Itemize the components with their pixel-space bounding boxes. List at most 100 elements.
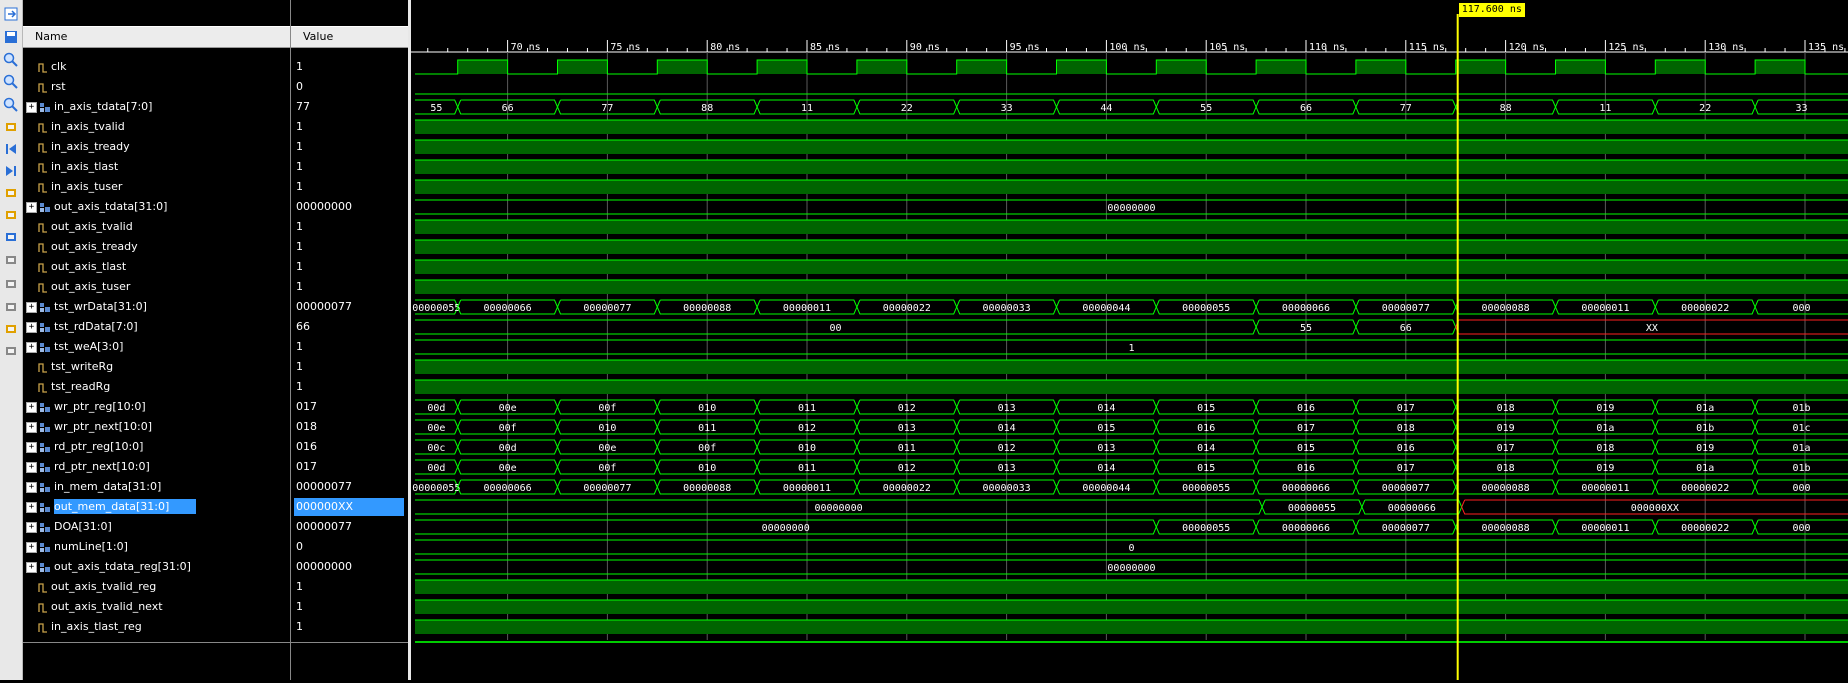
bus-value-label: 33 bbox=[1796, 103, 1808, 114]
expand-icon[interactable]: + bbox=[26, 461, 37, 473]
signal-row-wr_ptr_next100[interactable]: + wr_ptr_next[10:0] bbox=[26, 417, 152, 437]
bus-signal-icon bbox=[40, 403, 50, 412]
signal-row-tst_readrg[interactable]: tst_readRg bbox=[38, 377, 110, 397]
signal-name-label: clk bbox=[51, 60, 67, 73]
signal-row-out_axis_tready[interactable]: out_axis_tready bbox=[38, 237, 138, 257]
signal-value: 77 bbox=[296, 100, 310, 113]
next-marker-icon[interactable] bbox=[3, 276, 19, 292]
signal-row-doa310[interactable]: + DOA[31:0] bbox=[26, 517, 112, 537]
swap-cursors-icon[interactable] bbox=[3, 299, 19, 315]
cursor-time-label[interactable]: 117.600 ns bbox=[1458, 3, 1525, 17]
expand-icon[interactable]: + bbox=[26, 541, 37, 553]
expand-icon[interactable]: + bbox=[26, 201, 37, 213]
clock-high-fill bbox=[757, 60, 807, 74]
signal-row-out_axis_tlast[interactable]: out_axis_tlast bbox=[38, 257, 126, 277]
ruler-tick-label: 95 ns bbox=[1010, 42, 1040, 53]
bus-value-label: 00000055 bbox=[1182, 483, 1230, 494]
floating-ruler-icon[interactable] bbox=[3, 343, 19, 359]
zoom-out-icon[interactable] bbox=[3, 74, 19, 90]
bus-value-label: 00000066 bbox=[1282, 483, 1330, 494]
expand-icon[interactable]: + bbox=[26, 561, 37, 573]
bus-value-label: 00000055 bbox=[1182, 523, 1230, 534]
signal-row-in_axis_tuser[interactable]: in_axis_tuser bbox=[38, 177, 122, 197]
goto-end-icon[interactable] bbox=[3, 163, 19, 179]
expand-icon[interactable]: + bbox=[26, 501, 37, 513]
signal-row-tst_wrdata310[interactable]: + tst_wrData[31:0] bbox=[26, 297, 147, 317]
signal-row-in_mem_data310[interactable]: + in_mem_data[31:0] bbox=[26, 477, 161, 497]
signal-value: 0 bbox=[296, 540, 303, 553]
save-icon[interactable] bbox=[3, 29, 19, 45]
expand-icon[interactable]: + bbox=[26, 481, 37, 493]
signal-row-tst_rddata70[interactable]: + tst_rdData[7:0] bbox=[26, 317, 138, 337]
clock-high-fill bbox=[1156, 60, 1207, 74]
clock-high-fill bbox=[1056, 60, 1107, 74]
bus-value-label: 01b bbox=[1793, 403, 1811, 414]
signal-row-rst[interactable]: rst bbox=[38, 77, 66, 97]
waveform-pane[interactable]: 70 ns 75 ns 80 ns 85 ns 90 ns 95 ns 100 ns 105 … bbox=[411, 0, 1848, 680]
signal-row-in_axis_tlast_reg[interactable]: in_axis_tlast_reg bbox=[38, 617, 142, 637]
add-marker-icon[interactable] bbox=[3, 229, 19, 245]
zoom-fit-icon[interactable] bbox=[3, 97, 19, 113]
signal-row-out_mem_data310[interactable]: + out_mem_data[31:0] bbox=[26, 497, 197, 517]
expand-icon[interactable]: + bbox=[26, 341, 37, 353]
bus-value-label: 010 bbox=[698, 463, 716, 474]
prev-transition-icon[interactable] bbox=[3, 185, 19, 201]
signal-name-label: wr_ptr_reg[10:0] bbox=[54, 400, 146, 413]
signal-row-in_axis_tready[interactable]: in_axis_tready bbox=[38, 137, 130, 157]
next-transition-icon[interactable] bbox=[3, 207, 19, 223]
expand-icon[interactable]: + bbox=[26, 321, 37, 333]
expand-icon[interactable]: + bbox=[26, 301, 37, 313]
signal-row-rd_ptr_reg100[interactable]: + rd_ptr_reg[10:0] bbox=[26, 437, 143, 457]
expand-icon[interactable]: + bbox=[26, 441, 37, 453]
expand-icon[interactable]: + bbox=[26, 421, 37, 433]
name-column-header[interactable]: Name bbox=[23, 26, 290, 48]
goto-cursor-icon[interactable] bbox=[3, 119, 19, 135]
signal-row-tst_writerg[interactable]: tst_writeRg bbox=[38, 357, 113, 377]
signal-row-clk[interactable]: clk bbox=[38, 57, 66, 77]
bus-value-label: 00f bbox=[598, 463, 616, 474]
ruler-tick-label: 85 ns bbox=[810, 42, 840, 53]
signal-name-label: out_axis_tuser bbox=[51, 280, 131, 293]
signal-row-tst_wea30[interactable]: + tst_weA[3:0] bbox=[26, 337, 123, 357]
bus-value-label: 013 bbox=[898, 423, 916, 434]
signal-row-out_axis_tdata_reg310[interactable]: + out_axis_tdata_reg[31:0] bbox=[26, 557, 191, 577]
bus-value-label: 00000022 bbox=[1681, 523, 1729, 534]
signal-row-in_axis_tdata70[interactable]: + in_axis_tdata[7:0] bbox=[26, 97, 152, 117]
signal-row-out_axis_tdata310[interactable]: + out_axis_tdata[31:0] bbox=[26, 197, 167, 217]
expand-icon[interactable]: + bbox=[26, 101, 37, 113]
ruler-tick-label: 105 ns bbox=[1209, 42, 1245, 53]
bus-value-label: 00000000 bbox=[1107, 203, 1155, 214]
bus-value-label: 22 bbox=[1699, 103, 1711, 114]
bus-value-label: 01b bbox=[1793, 463, 1811, 474]
signal-row-out_axis_tuser[interactable]: out_axis_tuser bbox=[38, 277, 130, 297]
exit-icon[interactable] bbox=[3, 6, 19, 22]
logic-signal-icon bbox=[38, 143, 47, 153]
signal-row-numline10[interactable]: + numLine[1:0] bbox=[26, 537, 128, 557]
logic-signal-icon bbox=[38, 283, 47, 293]
waveform-canvas[interactable]: 70 ns 75 ns 80 ns 85 ns 90 ns 95 ns 100 ns 105 … bbox=[411, 0, 1848, 680]
signal-value: 1 bbox=[296, 120, 303, 133]
signal-row-out_axis_tvalid_reg[interactable]: out_axis_tvalid_reg bbox=[38, 577, 156, 597]
signal-row-rd_ptr_next100[interactable]: + rd_ptr_next[10:0] bbox=[26, 457, 150, 477]
signal-row-wr_ptr_reg100[interactable]: + wr_ptr_reg[10:0] bbox=[26, 397, 146, 417]
expand-icon[interactable]: + bbox=[26, 521, 37, 533]
prev-marker-icon[interactable] bbox=[3, 252, 19, 268]
signal-value: 1 bbox=[296, 160, 303, 173]
signal-row-out_axis_tvalid_next[interactable]: out_axis_tvalid_next bbox=[38, 597, 163, 617]
bus-value-label: 66 bbox=[1300, 103, 1312, 114]
expand-icon[interactable]: + bbox=[26, 401, 37, 413]
signal-row-out_axis_tvalid[interactable]: out_axis_tvalid bbox=[38, 217, 133, 237]
logic-high-fill bbox=[415, 600, 1848, 614]
signal-row-in_axis_tvalid[interactable]: in_axis_tvalid bbox=[38, 117, 125, 137]
logic-signal-icon bbox=[38, 363, 47, 373]
ruler-tick-label: 115 ns bbox=[1409, 42, 1445, 53]
ruler-tick-label: 70 ns bbox=[511, 42, 541, 53]
value-column-header[interactable]: Value bbox=[291, 26, 408, 48]
bus-value-label: 55 bbox=[1200, 103, 1212, 114]
snap-to-transition-icon[interactable] bbox=[3, 321, 19, 337]
logic-high-fill bbox=[415, 160, 1848, 174]
signal-row-in_axis_tlast[interactable]: in_axis_tlast bbox=[38, 157, 118, 177]
bus-value-label: 014 bbox=[998, 423, 1016, 434]
zoom-in-icon[interactable] bbox=[3, 52, 19, 68]
goto-start-icon[interactable] bbox=[3, 141, 19, 157]
